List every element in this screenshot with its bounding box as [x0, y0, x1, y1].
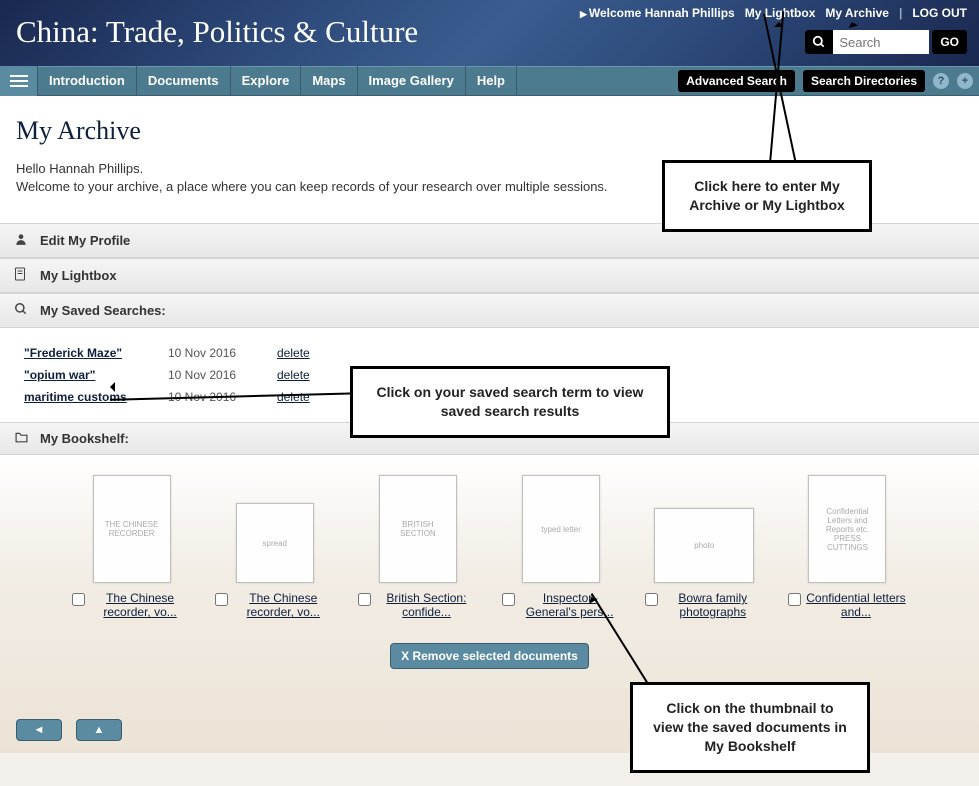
saved-searches-section[interactable]: My Saved Searches:: [0, 293, 979, 328]
doc-thumbnail[interactable]: BRITISH SECTION: [379, 475, 457, 583]
search-input[interactable]: [833, 30, 929, 54]
welcome-text: ▶Welcome Hannah Phillips: [580, 6, 735, 20]
callout-2: Click on your saved search term to view …: [350, 366, 670, 438]
remove-selected-button[interactable]: X Remove selected documents: [390, 643, 589, 669]
nav-help[interactable]: Help: [466, 66, 517, 96]
page-title: My Archive: [16, 116, 963, 146]
doc-link[interactable]: Bowra family photographs: [662, 591, 764, 619]
doc-link[interactable]: The Chinese recorder, vo...: [89, 591, 191, 619]
nav-explore[interactable]: Explore: [231, 66, 302, 96]
hamburger-icon[interactable]: [0, 66, 38, 96]
saved-search-term[interactable]: "opium war": [24, 368, 95, 382]
doc-checkbox[interactable]: [215, 593, 228, 606]
remove-bar: X Remove selected documents: [12, 643, 967, 669]
my-archive-link[interactable]: My Archive: [825, 6, 889, 20]
saved-search-term[interactable]: "Frederick Maze": [24, 346, 122, 360]
magnify-icon: [14, 302, 30, 319]
callout-3: Click on the thumbnail to view the saved…: [630, 682, 870, 773]
nav-menu: Introduction Documents Explore Maps Imag…: [38, 66, 517, 96]
shelf-grid: THE CHINESE RECORDER The Chinese recorde…: [12, 471, 967, 619]
doc-thumbnail[interactable]: Confidential Letters and Reports etc. PR…: [808, 475, 886, 583]
folder-icon: [14, 431, 30, 446]
callout-1: Click here to enter My Archive or My Lig…: [662, 160, 872, 232]
page-up-button[interactable]: ▲: [76, 719, 122, 741]
bookshelf-item: Confidential Letters and Reports etc. PR…: [788, 471, 907, 619]
nav-introduction[interactable]: Introduction: [38, 66, 137, 96]
site-title: China: Trade, Politics & Culture: [16, 14, 418, 50]
doc-thumbnail[interactable]: spread: [236, 503, 314, 583]
doc-checkbox[interactable]: [645, 593, 658, 606]
search-icon[interactable]: [805, 30, 833, 54]
nav-maps[interactable]: Maps: [301, 66, 357, 96]
saved-search-term[interactable]: maritime customs: [24, 390, 127, 404]
bookshelf-item: THE CHINESE RECORDER The Chinese recorde…: [72, 471, 191, 619]
nav-image-gallery[interactable]: Image Gallery: [358, 66, 466, 96]
bookshelf-item: typed letter Inspector-General's pers...: [502, 471, 621, 619]
doc-thumbnail[interactable]: THE CHINESE RECORDER: [93, 475, 171, 583]
doc-thumbnail[interactable]: photo: [654, 508, 754, 583]
doc-checkbox[interactable]: [502, 593, 515, 606]
add-icon[interactable]: +: [957, 73, 973, 89]
saved-searches-label: My Saved Searches:: [40, 303, 166, 318]
doc-link[interactable]: Confidential letters and...: [805, 591, 907, 619]
delete-link[interactable]: delete: [277, 346, 310, 360]
logout-link[interactable]: LOG OUT: [912, 6, 967, 20]
document-icon: [14, 267, 30, 284]
separator: |: [899, 6, 902, 20]
arrow-head-icon: [774, 17, 784, 27]
edit-profile-label: Edit My Profile: [40, 233, 130, 248]
main-nav: Introduction Documents Explore Maps Imag…: [0, 66, 979, 96]
search-box: GO: [805, 30, 967, 54]
nav-right: Advanced Search Search Directories ? +: [678, 70, 973, 92]
my-lightbox-label: My Lightbox: [40, 268, 117, 283]
saved-search-date: 10 Nov 2016: [168, 368, 253, 382]
delete-link[interactable]: delete: [277, 368, 310, 382]
nav-documents[interactable]: Documents: [137, 66, 231, 96]
my-lightbox-section[interactable]: My Lightbox: [0, 258, 979, 293]
doc-link[interactable]: The Chinese recorder, vo...: [232, 591, 334, 619]
doc-checkbox[interactable]: [788, 593, 801, 606]
search-directories-button[interactable]: Search Directories: [803, 70, 925, 92]
arrow-head-icon: [105, 382, 115, 392]
bookshelf-item: spread The Chinese recorder, vo...: [215, 471, 334, 619]
doc-link[interactable]: British Section: confide...: [375, 591, 477, 619]
bookshelf-item: photo Bowra family photographs: [645, 471, 764, 619]
triangle-icon: ▶: [580, 9, 587, 19]
bookshelf-label: My Bookshelf:: [40, 431, 129, 446]
go-button[interactable]: GO: [932, 30, 967, 54]
bookshelf-item: BRITISH SECTION British Section: confide…: [358, 471, 477, 619]
page-prev-button[interactable]: ◄: [16, 719, 62, 741]
delete-link[interactable]: delete: [277, 390, 310, 404]
header-banner: China: Trade, Politics & Culture ▶Welcom…: [0, 0, 979, 66]
help-icon[interactable]: ?: [933, 73, 949, 89]
doc-thumbnail[interactable]: typed letter: [522, 475, 600, 583]
saved-search-row: "Frederick Maze" 10 Nov 2016 delete: [24, 342, 955, 364]
saved-search-date: 10 Nov 2016: [168, 346, 253, 360]
doc-checkbox[interactable]: [358, 593, 371, 606]
doc-checkbox[interactable]: [72, 593, 85, 606]
user-icon: [14, 232, 30, 249]
